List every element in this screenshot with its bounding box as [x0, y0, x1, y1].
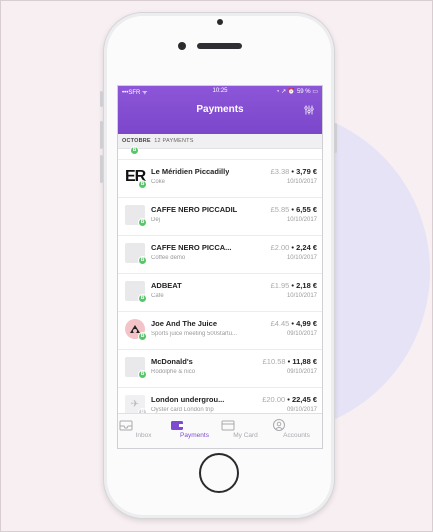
tab-payments[interactable]: Payments — [169, 414, 220, 448]
payment-date: 09/10/2017 — [286, 331, 317, 337]
amount-eur: 11,88 € — [292, 357, 317, 366]
table-row[interactable]: B Joe And The Juice Sports juice meeting… — [118, 312, 322, 350]
payment-note: Coffee demo — [151, 255, 186, 261]
amount-gbp: £4.45 — [270, 319, 290, 328]
payment-date: 09/10/2017 — [286, 369, 317, 375]
power-button — [334, 123, 337, 153]
payment-amount: £20.00 • 22,45 € — [262, 395, 317, 404]
amount-eur: 4,99 € — [296, 319, 317, 328]
tab-my-card[interactable]: My Card — [220, 414, 271, 448]
inbox-icon — [119, 420, 133, 431]
merchant-name: ADBEAT — [151, 281, 182, 290]
payment-date: 10/10/2017 — [286, 217, 317, 223]
mute-switch — [100, 91, 103, 107]
table-row[interactable]: B McDonald's Rodolphe & nico £10.58 • 11… — [118, 350, 322, 388]
status-badge: B — [138, 370, 147, 379]
section-month: OCTOBRE — [122, 138, 151, 144]
battery-label: ◔ ↗ ⏰ 59 % ▭ — [275, 89, 318, 95]
payment-note: Rodolphe & nico — [151, 369, 196, 375]
payment-amount: £5.85 • 6,55 € — [270, 205, 317, 214]
merchant-name: CAFFE NERO PICCADIL — [151, 205, 238, 214]
payment-note: Dej — [151, 217, 161, 223]
amount-eur: 3,79 € — [296, 167, 317, 176]
status-badge: B — [138, 332, 147, 341]
amount-eur: 6,55 € — [296, 205, 317, 214]
table-row[interactable]: ER B Le Méridien Piccadilly Coke £3.38 •… — [118, 160, 322, 198]
payment-amount: £10.58 • 11,88 € — [262, 357, 317, 366]
tab-label: Inbox — [135, 432, 152, 439]
app-header: •••SFR ᯤ 10:25 ◔ ↗ ⏰ 59 % ▭ Payments — [118, 86, 322, 134]
section-count: 12 PAYMENTS — [154, 138, 194, 144]
payment-amount: £4.45 • 4,99 € — [270, 319, 317, 328]
app-screen: •••SFR ᯤ 10:25 ◔ ↗ ⏰ 59 % ▭ Payments OCT… — [117, 85, 323, 449]
volume-down-button — [100, 155, 103, 183]
amount-eur: 2,24 € — [296, 243, 317, 252]
home-button[interactable] — [199, 453, 239, 493]
status-badge: B — [138, 218, 147, 227]
status-badge: B — [130, 146, 139, 155]
payments-list: ER B Le Méridien Piccadilly Coke £3.38 •… — [118, 160, 322, 426]
amount-gbp: £1.95 — [270, 281, 290, 290]
volume-up-button — [100, 121, 103, 149]
page-title: Payments — [196, 104, 244, 115]
wallet-icon — [171, 421, 183, 430]
status-badge: B — [138, 180, 147, 189]
payment-date: 10/10/2017 — [286, 179, 317, 185]
card-icon — [221, 420, 235, 431]
tab-inbox[interactable]: Inbox — [118, 414, 169, 448]
table-row[interactable]: B CAFFE NERO PICCA... Coffee demo £2.00 … — [118, 236, 322, 274]
payment-note: Cafe — [151, 293, 164, 299]
filter-icon[interactable] — [304, 105, 314, 115]
month-section-header: OCTOBRE 12 PAYMENTS — [118, 134, 322, 149]
payment-note: Coke — [151, 179, 166, 185]
payment-date: 10/10/2017 — [286, 255, 317, 261]
status-badge: B — [138, 256, 147, 265]
amount-eur: 22,45 € — [291, 395, 317, 404]
tab-bar: Inbox Payments My Card Accounts — [118, 413, 322, 448]
amount-eur: 2,18 € — [296, 281, 317, 290]
amount-gbp: £2.00 — [270, 243, 290, 252]
status-badge: B — [138, 294, 147, 303]
front-camera — [178, 42, 186, 50]
merchant-name: CAFFE NERO PICCA... — [151, 243, 232, 252]
merchant-name: Le Méridien Piccadilly — [151, 167, 230, 176]
earpiece-speaker — [197, 43, 242, 49]
payment-amount: £1.95 • 2,18 € — [270, 281, 317, 290]
amount-gbp: £3.38 — [270, 167, 290, 176]
merchant-name: McDonald's — [151, 357, 193, 366]
merchant-name: Joe And The Juice — [151, 319, 217, 328]
table-row[interactable]: B CAFFE NERO PICCADIL Dej £5.85 • 6,55 €… — [118, 198, 322, 236]
payment-date: 10/10/2017 — [286, 293, 317, 299]
iphone-mockup: •••SFR ᯤ 10:25 ◔ ↗ ⏰ 59 % ▭ Payments OCT… — [100, 12, 337, 519]
payment-note: Sports juice meeting 500startu... — [151, 331, 238, 337]
merchant-name: London undergrou... — [151, 395, 225, 404]
top-sensor — [217, 19, 223, 25]
tab-label: Accounts — [283, 432, 310, 439]
tab-label: Payments — [180, 432, 209, 439]
amount-gbp: £10.58 — [262, 357, 286, 366]
tab-accounts[interactable]: Accounts — [271, 414, 322, 448]
user-icon — [273, 419, 285, 431]
status-bar: •••SFR ᯤ 10:25 ◔ ↗ ⏰ 59 % ▭ — [118, 88, 322, 98]
payment-amount: £2.00 • 2,24 € — [270, 243, 317, 252]
payment-amount: £3.38 • 3,79 € — [270, 167, 317, 176]
amount-gbp: £5.85 — [270, 205, 290, 214]
tab-label: My Card — [233, 432, 258, 439]
table-row[interactable]: B ADBEAT Cafe £1.95 • 2,18 € 10/10/2017 — [118, 274, 322, 312]
list-item-partial[interactable]: B — [118, 146, 322, 160]
amount-gbp: £20.00 — [262, 395, 286, 404]
